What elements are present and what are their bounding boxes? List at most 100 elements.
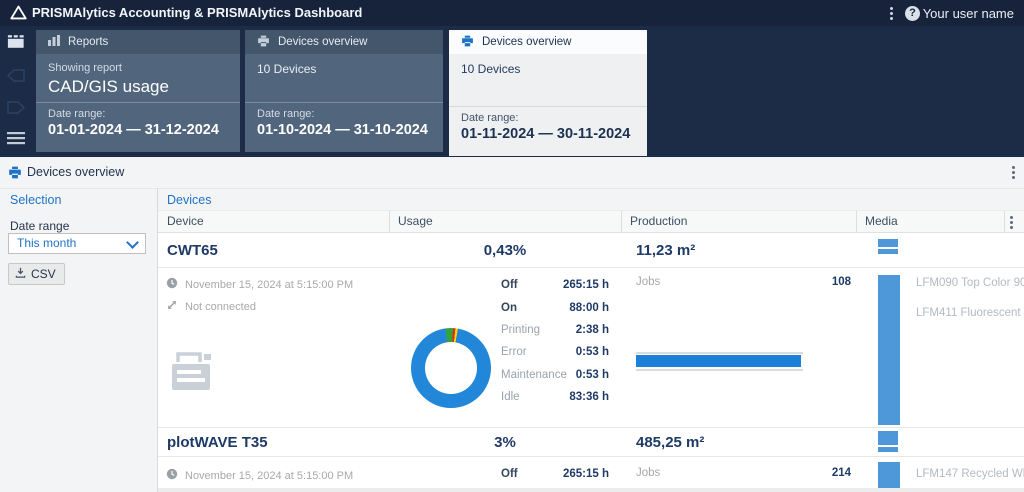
app-title: PRISMAlytics Accounting & PRISMAlytics D…	[32, 0, 362, 26]
selection-heading: Selection	[10, 193, 61, 207]
status-label: Off	[501, 279, 518, 291]
clock-icon	[166, 276, 178, 294]
devices-overview-panel: Devices overview Selection Date range Th…	[0, 157, 1024, 492]
jobs-value: 214	[832, 467, 851, 479]
status-label: On	[501, 302, 517, 314]
production-bar	[636, 355, 801, 367]
column-divider	[389, 211, 390, 232]
devices-heading: Devices	[167, 193, 211, 207]
status-label: Printing	[501, 324, 540, 336]
production-bar-track	[636, 369, 803, 371]
jobs-row: Jobs 108	[636, 276, 851, 288]
status-value: 0:53 h	[576, 369, 609, 381]
col-usage[interactable]: Usage	[398, 211, 433, 232]
card-value: 10 Devices	[257, 62, 431, 76]
help-icon[interactable]: ?	[905, 6, 920, 21]
status-row: Maintenance0:53 h	[501, 364, 609, 386]
media-mini-bar	[878, 447, 898, 452]
csv-label: CSV	[31, 267, 56, 281]
status-list: Off 265:15 h	[501, 467, 609, 481]
media-mini-bar	[878, 239, 898, 247]
panel-header: Devices overview	[0, 157, 1024, 189]
device-row-summary[interactable]: CWT65 0,43% 11,23 m²	[158, 233, 1024, 268]
status-label: Error	[501, 346, 527, 358]
user-name[interactable]: Your user name	[923, 6, 1014, 21]
card-title: Devices overview	[482, 36, 571, 48]
status-value: 0:53 h	[576, 346, 609, 358]
status-row: Error 0:53 h	[501, 341, 609, 363]
status-value: 83:36 h	[569, 391, 609, 403]
printer-icon	[168, 350, 218, 401]
column-divider	[856, 211, 857, 232]
device-name: CWT65	[167, 242, 218, 259]
usage-value: 0,43%	[389, 242, 621, 259]
col-device[interactable]: Device	[167, 211, 204, 232]
chevron-down-icon	[126, 236, 139, 249]
card-header: Devices overview	[245, 30, 443, 54]
dashboard-icon[interactable]	[7, 34, 25, 54]
status-value: 265:15 h	[563, 468, 609, 480]
status-label: Off	[501, 468, 518, 480]
device-row-summary[interactable]: plotWAVE T35 3% 485,25 m²	[158, 427, 1024, 457]
nav-back-icon[interactable]	[6, 68, 26, 88]
media-label: LFM147 Recycled Whit	[916, 468, 1024, 480]
reports-card[interactable]: Reports Showing report CAD/GIS usage Dat…	[36, 30, 240, 152]
status-value: 2:38 h	[576, 324, 609, 336]
timestamp-line: November 15, 2024 at 5:15:00 PM	[166, 276, 353, 294]
media-label: LFM090 Top Color 90gs	[916, 277, 1024, 289]
connection-status: Not connected	[185, 301, 256, 313]
device-row-detail: November 15, 2024 at 5:15:00 PM Off 265:1…	[158, 457, 1024, 492]
menu-icon[interactable]	[7, 132, 25, 150]
status-value: 88:00 h	[569, 302, 609, 314]
media-label: LFM411 Fluorescent Pa	[916, 307, 1024, 319]
devices-table: Devices Device Usage Production Media CW…	[157, 188, 1024, 492]
table-menu-icon[interactable]	[1010, 216, 1013, 229]
timestamp: November 15, 2024 at 5:15:00 PM	[185, 470, 353, 482]
card-title: Reports	[68, 36, 108, 48]
selection-sidebar: Selection Date range This month CSV	[0, 188, 156, 492]
nav-forward-icon[interactable]	[6, 100, 26, 120]
usage-value: 3%	[389, 434, 621, 451]
production-value: 11,23 m²	[636, 242, 695, 259]
media-mini-bar	[878, 431, 898, 445]
device-name: plotWAVE T35	[167, 434, 268, 451]
panel-title: Devices overview	[27, 157, 124, 188]
app: PRISMAlytics Accounting & PRISMAlytics D…	[0, 0, 1024, 492]
column-divider	[1004, 211, 1005, 232]
production-value: 485,25 m²	[636, 434, 704, 451]
connection-line: Not connected	[166, 298, 256, 316]
printer-icon	[8, 166, 22, 184]
table-header: Device Usage Production Media	[158, 210, 1024, 233]
date-range-selected-value: This month	[17, 234, 76, 253]
date-range-select[interactable]: This month	[8, 233, 146, 254]
nav-rail	[0, 26, 32, 157]
card-header: Devices overview	[449, 30, 647, 54]
triangle-logo-icon	[10, 4, 27, 26]
panel-menu-icon[interactable]	[1012, 166, 1015, 179]
card-title: Devices overview	[278, 36, 367, 48]
col-media[interactable]: Media	[865, 211, 898, 232]
download-icon	[15, 267, 26, 281]
overflow-menu-icon[interactable]	[890, 7, 893, 20]
date-range-label: Date range:	[257, 108, 431, 120]
device-row-detail: November 15, 2024 at 5:15:00 PM Not conn…	[158, 268, 1024, 427]
status-row: On 88:00 h	[501, 296, 609, 318]
date-range-value: 01-10-2024 — 31-10-2024	[257, 122, 431, 138]
date-range-label: Date range	[10, 219, 69, 233]
timestamp-line: November 15, 2024 at 5:15:00 PM	[166, 467, 353, 485]
col-production[interactable]: Production	[630, 211, 687, 232]
date-range-value: 01-11-2024 — 30-11-2024	[461, 126, 635, 142]
jobs-value: 108	[832, 276, 851, 288]
production-bar-track	[636, 352, 803, 354]
usage-donut	[411, 328, 491, 408]
devices-overview-card-active[interactable]: Devices overview 10 Devices Date range: …	[449, 30, 647, 156]
printer-icon	[257, 35, 270, 50]
clock-icon	[166, 467, 178, 485]
csv-button[interactable]: CSV	[8, 263, 65, 285]
jobs-label: Jobs	[636, 467, 660, 479]
status-row: Printing 2:38 h	[501, 319, 609, 341]
status-row: Off 265:15 h	[501, 274, 609, 296]
status-value: 265:15 h	[563, 279, 609, 291]
dashboard-tabs-strip: Reports Showing report CAD/GIS usage Dat…	[0, 26, 1024, 157]
devices-overview-card[interactable]: Devices overview 10 Devices Date range: …	[245, 30, 443, 152]
